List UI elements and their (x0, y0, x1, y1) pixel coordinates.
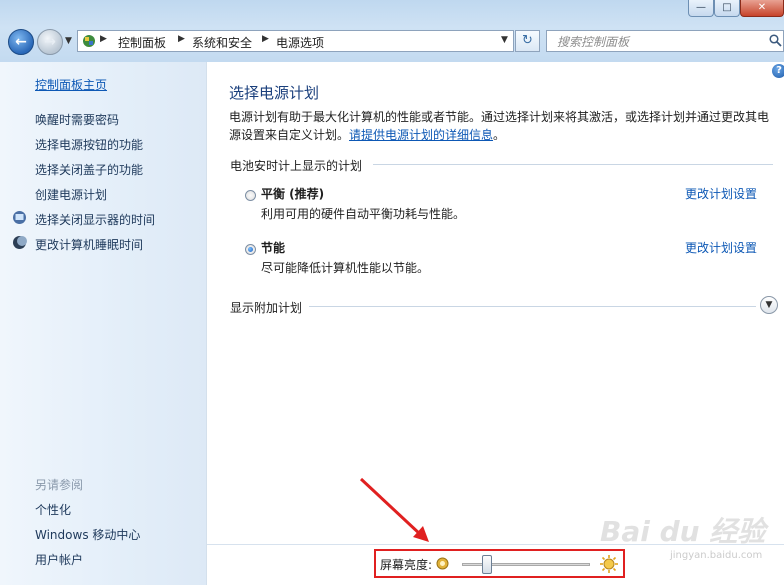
sidebar-item-create-plan[interactable]: 创建电源计划 (35, 186, 107, 203)
red-arrow-annotation (359, 477, 429, 542)
see-also-mobility-center[interactable]: Windows 移动中心 (35, 526, 140, 543)
description-end: 。 (493, 128, 506, 142)
plan-name-balanced: 平衡 (推荐) (261, 187, 325, 201)
see-also-title: 另请参阅 (35, 478, 84, 492)
help-icon[interactable]: ? (772, 64, 784, 78)
plan-desc-balanced: 利用可用的硬件自动平衡功耗与性能。 (261, 207, 466, 221)
breadcrumb-control-panel[interactable]: 控制面板 (118, 34, 166, 51)
dim-sun-icon (436, 557, 449, 573)
sidebar-item-sleep-time[interactable]: 更改计算机睡眠时间 (35, 236, 143, 253)
change-plan-balanced-link[interactable]: 更改计划设置 (685, 185, 757, 202)
address-dropdown-icon[interactable]: ▼ (501, 35, 508, 45)
page-title: 选择电源计划 (229, 84, 320, 102)
brightness-label: 屏幕亮度: (380, 558, 433, 572)
baidu-watermark: Bai du 经验 (600, 515, 766, 548)
minimize-button[interactable]: — (688, 0, 714, 17)
refresh-icon: ↻ (522, 33, 533, 48)
additional-plans-title[interactable]: 显示附加计划 (230, 299, 302, 316)
maximize-button[interactable]: □ (714, 0, 740, 17)
search-input[interactable] (555, 32, 759, 52)
moon-icon (12, 235, 27, 250)
brightness-slider-thumb[interactable] (482, 555, 493, 574)
baidu-watermark-url: jingyan.baidu.com (670, 550, 763, 561)
forward-button[interactable]: → (37, 29, 63, 55)
group-divider (373, 164, 773, 165)
breadcrumb-separator: ▶ (100, 34, 107, 44)
close-button[interactable]: ✕ (740, 0, 784, 17)
sidebar-item-display-off[interactable]: 选择关闭显示器的时间 (35, 211, 155, 228)
bright-sun-icon (599, 554, 619, 577)
see-also-user-accounts[interactable]: 用户帐户 (35, 551, 83, 568)
sidebar-item-lid-close[interactable]: 选择关闭盖子的功能 (35, 161, 143, 178)
recent-pages-dropdown-icon[interactable]: ▼ (65, 36, 72, 46)
breadcrumb-separator: ▶ (178, 34, 185, 44)
page-description: 电源计划有助于最大化计算机的性能或者节能。通过选择计划来将其激活，或选择计划并通… (229, 108, 774, 144)
expand-chevron-icon[interactable]: ▼ (760, 296, 778, 314)
plans-group-title: 电池安时计上显示的计划 (230, 159, 363, 173)
plan-name-power-saver: 节能 (261, 241, 286, 255)
change-plan-power-saver-link[interactable]: 更改计划设置 (685, 239, 757, 256)
breadcrumb-separator: ▶ (262, 34, 269, 44)
control-panel-icon (82, 34, 96, 48)
additional-divider (309, 306, 756, 307)
main-content: ? 选择电源计划 电源计划有助于最大化计算机的性能或者节能。通过选择计划来将其激… (207, 62, 784, 585)
breadcrumb-system-security[interactable]: 系统和安全 (192, 34, 252, 51)
plan-details-link[interactable]: 请提供电源计划的详细信息 (349, 128, 493, 142)
control-panel-home-link[interactable]: 控制面板主页 (35, 76, 107, 93)
breadcrumb-power-options[interactable]: 电源选项 (276, 34, 324, 51)
search-icon[interactable] (769, 34, 782, 50)
plan-desc-power-saver: 尽可能降低计算机性能以节能。 (261, 261, 430, 275)
search-box[interactable] (546, 30, 784, 52)
back-button[interactable]: ← (8, 29, 34, 55)
address-bar[interactable]: ▶ 控制面板 ▶ 系统和安全 ▶ 电源选项 ▼ (77, 30, 514, 52)
radio-power-saver[interactable] (245, 244, 256, 255)
sidebar-item-power-buttons[interactable]: 选择电源按钮的功能 (35, 136, 143, 153)
radio-balanced[interactable] (245, 190, 256, 201)
refresh-button[interactable]: ↻ (515, 30, 540, 52)
monitor-icon (12, 210, 27, 225)
see-also-personalization[interactable]: 个性化 (35, 501, 71, 518)
sidebar-item-wake-password[interactable]: 唤醒时需要密码 (35, 111, 119, 128)
